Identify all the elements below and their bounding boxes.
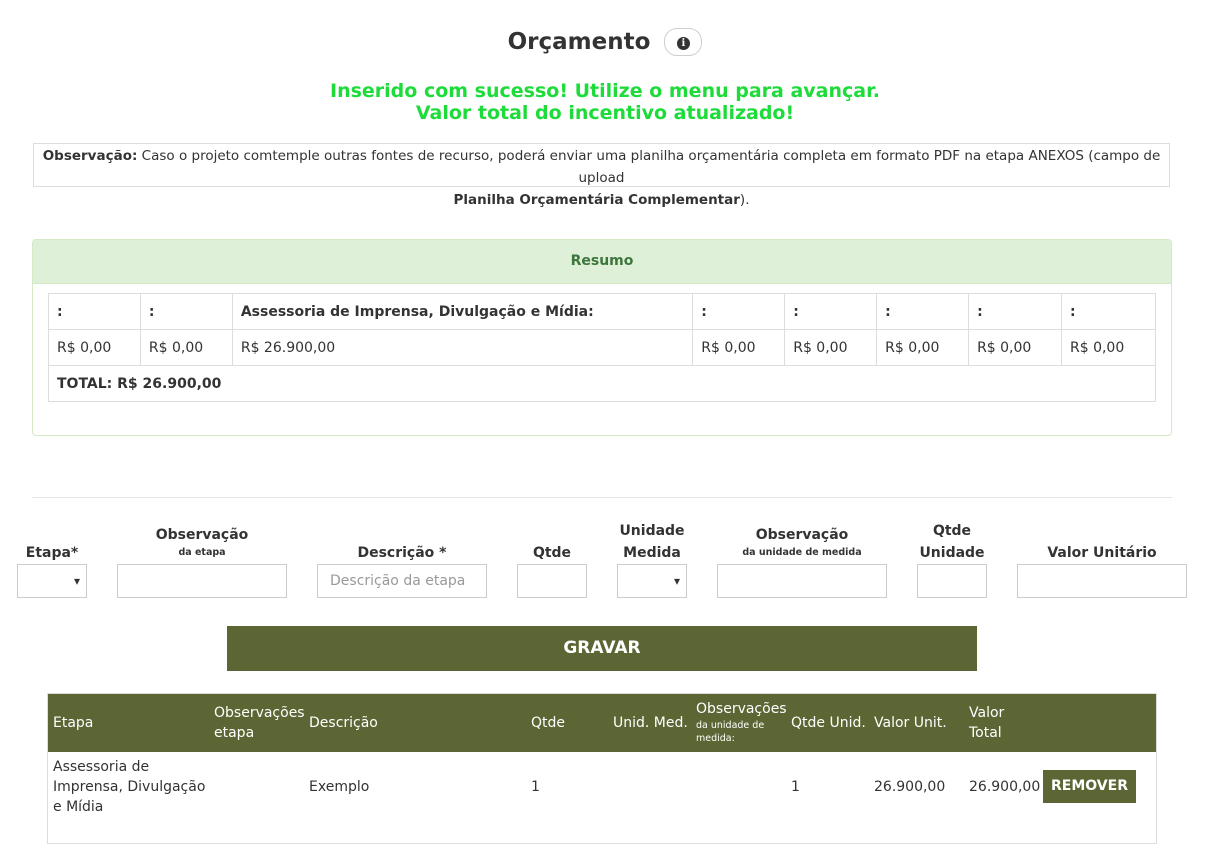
obs-etapa-field-group: Observação da etapa (117, 518, 287, 598)
observation-label: Observação: (42, 148, 138, 164)
summary-values-row: R$ 0,00 R$ 0,00 R$ 26.900,00 R$ 0,00 R$ … (48, 329, 1157, 366)
row-etapa-line1: Assessoria de (53, 759, 150, 775)
summary-value-cell: R$ 0,00 (784, 329, 878, 366)
descricao-label: Descrição * (357, 545, 447, 561)
unidade-field-group: Unidade Medida (617, 518, 687, 598)
summary-header-cell: : (1060, 293, 1157, 330)
success-message: Inserido com sucesso! Utilize o menu par… (0, 80, 1210, 124)
col-qtde-unid: Qtde Unid. (791, 715, 866, 731)
qtde-field-group: Qtde (517, 518, 587, 598)
unidade-label-1: Unidade (619, 523, 685, 539)
col-valor-unit: Valor Unit. (874, 715, 947, 731)
summary-value-cell: R$ 0,00 (968, 329, 1062, 366)
descricao-input[interactable]: Descrição da etapa (317, 564, 487, 598)
col-valor-total-line1: Valor (969, 705, 1005, 721)
gravar-button[interactable]: GRAVAR (227, 626, 977, 671)
obs-etapa-sublabel: da etapa (178, 547, 226, 558)
summary-table: : : Assessoria de Imprensa, Divulgação e… (48, 293, 1157, 402)
items-table-header: Etapa Observações etapa Descrição Qtde U… (48, 694, 1156, 752)
summary-header-cell: : (784, 293, 878, 330)
row-qtde: 1 (531, 779, 540, 795)
row-valor-unit: 26.900,00 (874, 779, 946, 795)
obs-etapa-input[interactable] (117, 564, 287, 598)
summary-panel: Resumo : : Assessoria de Imprensa, Divul… (32, 239, 1172, 436)
remove-button[interactable]: REMOVER (1043, 770, 1136, 803)
success-line-2: Valor total do incentivo atualizado! (415, 102, 795, 124)
obs-unidade-label: Observação (755, 527, 849, 543)
col-obs-unidade-sub: da unidade de medida: (696, 720, 765, 744)
summary-header-cell: : (692, 293, 786, 330)
col-etapa: Etapa (53, 715, 94, 731)
qtde-label: Qtde (532, 545, 572, 561)
row-etapa-line3: e Mídia (53, 799, 104, 815)
summary-value-cell: R$ 0,00 (48, 329, 141, 366)
row-qtde-unid: 1 (791, 779, 800, 795)
qtde-unidade-field-group: Qtde Unidade (917, 518, 987, 598)
row-descricao: Exemplo (309, 779, 370, 795)
page-title-text: Orçamento (507, 29, 651, 55)
unidade-label-2: Medida (623, 545, 681, 561)
summary-header-cell: : (48, 293, 141, 330)
row-etapa: Assessoria de Imprensa, Divulgação e Míd… (53, 757, 205, 817)
summary-total-row: TOTAL: R$ 26.900,00 (48, 365, 1156, 402)
qtde-input[interactable] (517, 564, 587, 598)
qtde-unidade-label-1: Qtde (932, 523, 972, 539)
summary-value-cell: R$ 0,00 (692, 329, 786, 366)
col-descricao: Descrição (309, 715, 378, 731)
summary-header-cell: : (968, 293, 1062, 330)
page-title: Orçamento i (0, 28, 1210, 56)
observation-emphasis: Planilha Orçamentária Complementar (453, 192, 740, 208)
success-line-1: Inserido com sucesso! Utilize o menu par… (330, 80, 880, 102)
summary-header-cell: Assessoria de Imprensa, Divulgação e Míd… (231, 293, 694, 330)
col-qtde: Qtde (531, 715, 566, 731)
items-table: Etapa Observações etapa Descrição Qtde U… (47, 693, 1157, 844)
obs-unidade-field-group: Observação da unidade de medida (717, 518, 887, 598)
summary-header-cell: : (876, 293, 970, 330)
info-button[interactable]: i (664, 28, 703, 56)
valor-unitario-label: Valor Unitário (1047, 545, 1157, 561)
col-obs-etapa-line2: etapa (214, 725, 255, 741)
summary-value-cell: R$ 26.900,00 (231, 329, 694, 366)
col-valor-total-line2: Total (969, 725, 1002, 741)
descricao-field-group: Descrição * Descrição da etapa (317, 518, 487, 598)
obs-etapa-label: Observação (155, 527, 249, 543)
row-valor-total: 26.900,00 (969, 779, 1041, 795)
summary-value-cell: R$ 0,00 (1060, 329, 1157, 366)
col-obs-etapa: Observações etapa (214, 703, 305, 743)
observation-box: Observação: Caso o projeto comtemple out… (33, 143, 1170, 208)
row-etapa-line2: Imprensa, Divulgação (53, 779, 206, 795)
valor-unitario-input[interactable] (1017, 564, 1187, 598)
etapa-select[interactable] (17, 564, 87, 598)
observation-closing: ). (739, 192, 750, 208)
observation-text: Caso o projeto comtemple outras fontes d… (137, 148, 1161, 186)
summary-header-row: : : Assessoria de Imprensa, Divulgação e… (48, 293, 1157, 330)
summary-total: TOTAL: R$ 26.900,00 (48, 365, 1156, 402)
obs-unidade-sublabel: da unidade de medida (742, 547, 862, 558)
info-circle-icon: i (676, 37, 690, 50)
qtde-unidade-input[interactable] (917, 564, 987, 598)
unidade-select[interactable] (617, 564, 687, 598)
summary-header-cell: : (139, 293, 233, 330)
section-divider (32, 497, 1172, 498)
col-obs-unidade-title: Observações (696, 701, 787, 717)
summary-value-cell: R$ 0,00 (139, 329, 233, 366)
col-valor-total: Valor Total (969, 703, 1004, 743)
col-obs-unidade: Observações da unidade de medida: (696, 699, 788, 745)
col-unid-med: Unid. Med. (613, 715, 688, 731)
obs-unidade-input[interactable] (717, 564, 887, 598)
col-obs-etapa-line1: Observações (214, 705, 305, 721)
valor-unitario-field-group: Valor Unitário (1017, 518, 1187, 598)
etapa-field-group: Etapa* (17, 518, 87, 598)
qtde-unidade-label-2: Unidade (919, 545, 985, 561)
summary-value-cell: R$ 0,00 (876, 329, 970, 366)
summary-heading: Resumo (33, 240, 1171, 284)
etapa-label: Etapa* (25, 545, 79, 561)
